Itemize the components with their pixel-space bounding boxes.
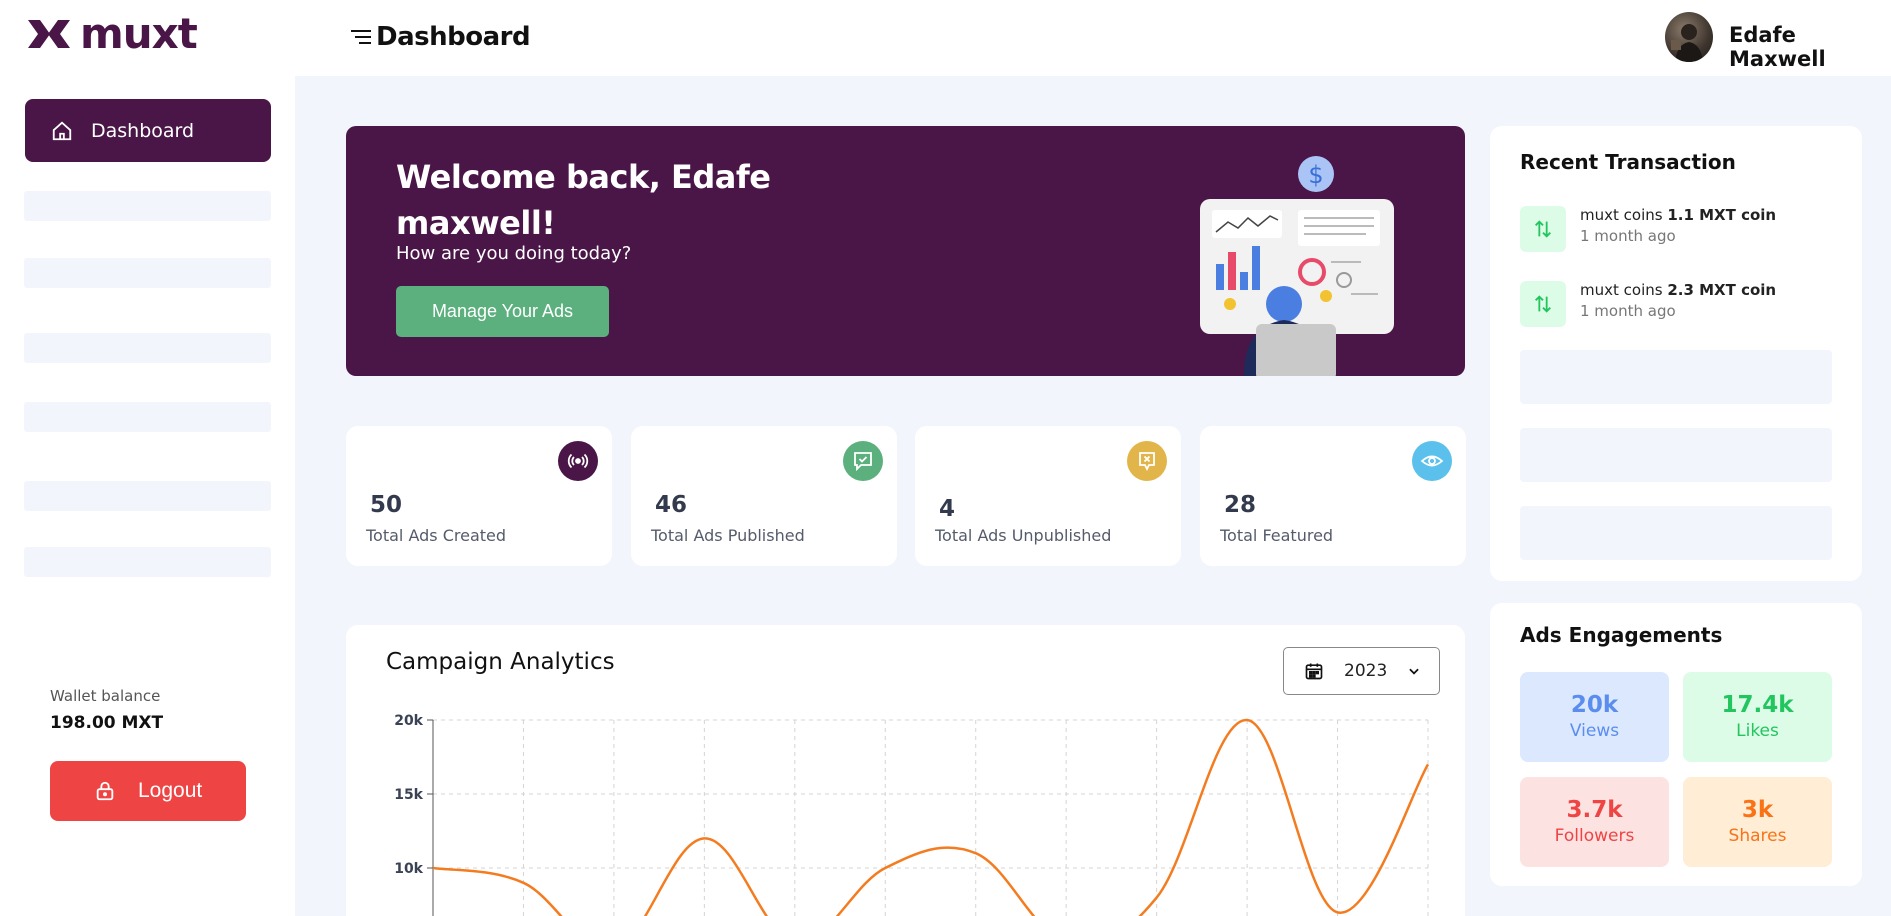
- menu-icon[interactable]: [350, 28, 372, 46]
- engagement-shares[interactable]: 3k Shares: [1683, 777, 1832, 867]
- transaction-placeholder: [1520, 350, 1832, 404]
- analytics-title: Campaign Analytics: [386, 649, 615, 675]
- sidebar-item-placeholder[interactable]: [24, 402, 271, 432]
- stat-card-featured[interactable]: 28 Total Featured: [1200, 426, 1466, 566]
- stat-label: Total Featured: [1220, 526, 1334, 545]
- calendar-icon: [1305, 663, 1323, 680]
- transaction-placeholder: [1520, 428, 1832, 482]
- chevron-down-icon: [1409, 668, 1419, 675]
- series-line: [432, 718, 1430, 916]
- user-name[interactable]: Edafe Maxwell: [1729, 23, 1891, 71]
- data-point[interactable]: [1425, 761, 1431, 767]
- stat-label: Total Ads Unpublished: [935, 526, 1112, 545]
- data-point[interactable]: [882, 865, 888, 871]
- engagement-likes[interactable]: 17.4k Likes: [1683, 672, 1832, 762]
- avatar[interactable]: [1665, 12, 1713, 62]
- transfer-arrows-icon: [1520, 206, 1566, 252]
- sidebar: muxt Dashboard Wallet balance 198.00 MXT…: [0, 0, 295, 916]
- y-tick-label: 20k: [394, 713, 423, 729]
- transaction-time: 1 month ago: [1580, 227, 1676, 245]
- home-icon: [52, 121, 72, 140]
- transaction-text: muxt coins 1.1 MXT coin: [1580, 206, 1777, 224]
- logo[interactable]: muxt: [24, 9, 198, 58]
- broadcast-icon: [558, 441, 598, 481]
- welcome-title: Welcome back, Edafe maxwell!: [396, 158, 771, 242]
- data-point[interactable]: [430, 865, 436, 871]
- stat-value: 4: [939, 496, 956, 522]
- analytics-illustration-icon: $: [1200, 156, 1394, 376]
- stat-card-published[interactable]: 46 Total Ads Published: [631, 426, 897, 566]
- lock-icon: [96, 781, 114, 801]
- transaction-placeholder: [1520, 506, 1832, 560]
- transaction-item[interactable]: muxt coins 2.3 MXT coin 1 month ago: [1520, 281, 1840, 331]
- welcome-banner: Welcome back, Edafe maxwell! How are you…: [346, 126, 1465, 376]
- wallet-balance-label: Wallet balance: [50, 687, 161, 705]
- svg-text:$: $: [1308, 161, 1323, 189]
- data-point[interactable]: [701, 835, 707, 841]
- muxt-logo-icon: [28, 20, 70, 48]
- engagement-value: 17.4k: [1721, 692, 1794, 718]
- y-tick-label: 15k: [394, 787, 423, 803]
- ads-engagements-card: Ads Engagements 20k Views 17.4k Likes 3.…: [1490, 603, 1862, 886]
- welcome-subtitle: How are you doing today?: [396, 243, 632, 264]
- top-header: Dashboard Edafe Maxwell: [295, 0, 1891, 76]
- page-title: Dashboard: [376, 22, 531, 52]
- wallet-balance-value: 198.00 MXT: [50, 713, 164, 733]
- data-point[interactable]: [1154, 895, 1160, 901]
- logo-text: muxt: [80, 9, 198, 58]
- transaction-time: 1 month ago: [1580, 302, 1676, 320]
- data-point[interactable]: [1335, 909, 1341, 915]
- engagement-label: Likes: [1736, 721, 1779, 741]
- stat-label: Total Ads Created: [366, 526, 507, 545]
- transaction-item[interactable]: muxt coins 1.1 MXT coin 1 month ago: [1520, 206, 1840, 256]
- x-message-icon: [1127, 441, 1167, 481]
- transfer-arrows-icon: [1520, 281, 1566, 327]
- year-select[interactable]: 2023: [1283, 647, 1440, 695]
- logout-button[interactable]: Logout: [50, 761, 246, 821]
- sidebar-item-dashboard[interactable]: Dashboard: [25, 99, 271, 162]
- engagement-label: Followers: [1554, 826, 1635, 846]
- engagement-value: 3.7k: [1566, 797, 1623, 823]
- eye-icon: [1412, 441, 1452, 481]
- sidebar-item-placeholder[interactable]: [24, 481, 271, 511]
- logout-label: Logout: [138, 779, 203, 802]
- engagement-value: 20k: [1570, 692, 1619, 718]
- stat-value: 50: [370, 492, 403, 518]
- recent-transactions-card: Recent Transaction muxt coins 1.1 MXT co…: [1490, 126, 1862, 581]
- sidebar-item-placeholder[interactable]: [24, 547, 271, 577]
- ads-engagements-title: Ads Engagements: [1520, 623, 1723, 647]
- data-point[interactable]: [973, 850, 979, 856]
- sidebar-item-placeholder[interactable]: [24, 333, 271, 363]
- year-select-value: 2023: [1344, 661, 1388, 681]
- sidebar-item-placeholder[interactable]: [24, 191, 271, 221]
- engagement-label: Shares: [1728, 826, 1787, 846]
- engagement-value: 3k: [1741, 797, 1774, 823]
- transaction-text: muxt coins 2.3 MXT coin: [1580, 281, 1777, 299]
- sidebar-item-placeholder[interactable]: [24, 258, 271, 288]
- sidebar-item-label: Dashboard: [91, 119, 195, 142]
- data-point[interactable]: [520, 880, 526, 886]
- campaign-analytics-card: 20k 15k 10k Campaign Analytics 2023: [346, 625, 1465, 916]
- stat-card-unpublished[interactable]: 4 Total Ads Unpublished: [915, 426, 1181, 566]
- y-tick-label: 10k: [394, 861, 423, 877]
- data-point[interactable]: [1244, 717, 1250, 723]
- engagement-views[interactable]: 20k Views: [1520, 672, 1669, 762]
- recent-transactions-title: Recent Transaction: [1520, 150, 1736, 174]
- stat-value: 46: [655, 492, 688, 518]
- stat-label: Total Ads Published: [651, 526, 805, 545]
- engagement-label: Views: [1569, 721, 1620, 741]
- stat-value: 28: [1224, 492, 1257, 518]
- engagement-followers[interactable]: 3.7k Followers: [1520, 777, 1669, 867]
- stat-card-created[interactable]: 50 Total Ads Created: [346, 426, 612, 566]
- check-message-icon: [843, 441, 883, 481]
- manage-ads-button[interactable]: Manage Your Ads: [396, 286, 609, 337]
- avatar-image-icon: [1671, 24, 1703, 62]
